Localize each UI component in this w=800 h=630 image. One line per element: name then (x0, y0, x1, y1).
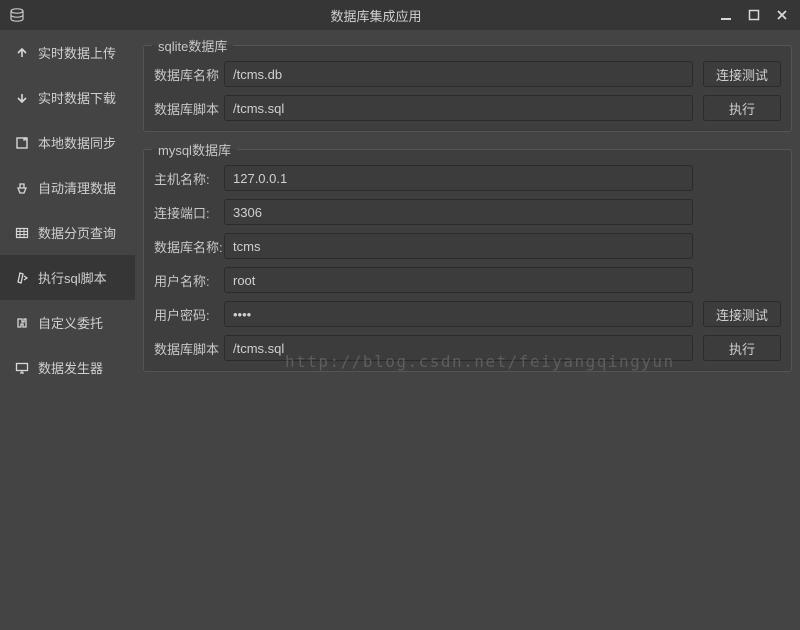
sidebar-item-sync[interactable]: 本地数据同步 (0, 120, 135, 165)
sidebar-item-query[interactable]: 数据分页查询 (0, 210, 135, 255)
mysql-group: mysql数据库 主机名称: 连接端口: 数据库名称: 用户名 (143, 140, 792, 372)
body: 实时数据上传 实时数据下载 本地数据同步 自动清理数据 数据分页查询 执行sql… (0, 30, 800, 630)
sidebar-item-label: 实时数据上传 (38, 43, 116, 62)
minimize-button[interactable] (720, 9, 732, 21)
window-controls (720, 9, 792, 21)
mysql-pass-label: 用户密码: (154, 305, 224, 324)
sidebar-item-label: 自动清理数据 (38, 178, 116, 197)
mysql-host-input[interactable] (224, 165, 693, 191)
sidebar-item-label: 执行sql脚本 (38, 268, 107, 287)
mysql-pass-row: 用户密码: 连接测试 (144, 297, 791, 331)
mysql-test-button[interactable]: 连接测试 (703, 301, 781, 327)
sidebar-item-label: 数据发生器 (38, 358, 103, 377)
mysql-port-row: 连接端口: (144, 195, 791, 229)
sqlite-script-input[interactable] (224, 95, 693, 121)
mysql-dbname-label: 数据库名称: (154, 237, 224, 256)
sqlite-dbname-label: 数据库名称 (154, 65, 224, 84)
monitor-icon (14, 360, 30, 376)
mysql-script-row: 数据库脚本 执行 (144, 331, 791, 365)
sidebar-item-download[interactable]: 实时数据下载 (0, 75, 135, 120)
sqlite-script-label: 数据库脚本 (154, 99, 224, 118)
mysql-script-label: 数据库脚本 (154, 339, 224, 358)
sidebar-item-upload[interactable]: 实时数据上传 (0, 30, 135, 75)
mysql-pass-input[interactable] (224, 301, 693, 327)
sqlite-dbname-input[interactable] (224, 61, 693, 87)
mysql-legend: mysql数据库 (152, 140, 237, 159)
sidebar-item-sql[interactable]: 执行sql脚本 (0, 255, 135, 300)
delegate-icon (14, 315, 30, 331)
titlebar: 数据库集成应用 (0, 0, 800, 30)
maximize-button[interactable] (748, 9, 760, 21)
sidebar-item-delegate[interactable]: 自定义委托 (0, 300, 135, 345)
mysql-user-input[interactable] (224, 267, 693, 293)
mysql-host-row: 主机名称: (144, 161, 791, 195)
sqlite-script-row: 数据库脚本 执行 (144, 91, 791, 125)
window-title: 数据库集成应用 (32, 6, 720, 25)
clean-icon (14, 180, 30, 196)
sqlite-dbname-row: 数据库名称 连接测试 (144, 57, 791, 91)
script-icon (14, 270, 30, 286)
sidebar-item-label: 自定义委托 (38, 313, 103, 332)
mysql-port-input[interactable] (224, 199, 693, 225)
mysql-port-label: 连接端口: (154, 203, 224, 222)
upload-icon (14, 45, 30, 61)
mysql-script-input[interactable] (224, 335, 693, 361)
mysql-exec-button[interactable]: 执行 (703, 335, 781, 361)
sidebar-item-clean[interactable]: 自动清理数据 (0, 165, 135, 210)
sqlite-test-button[interactable]: 连接测试 (703, 61, 781, 87)
mysql-user-row: 用户名称: (144, 263, 791, 297)
mysql-dbname-input[interactable] (224, 233, 693, 259)
table-icon (14, 225, 30, 241)
sidebar-item-generator[interactable]: 数据发生器 (0, 345, 135, 390)
mysql-dbname-row: 数据库名称: (144, 229, 791, 263)
app-icon (8, 6, 26, 24)
sidebar-item-label: 数据分页查询 (38, 223, 116, 242)
mysql-host-label: 主机名称: (154, 169, 224, 188)
close-button[interactable] (776, 9, 788, 21)
window: 数据库集成应用 实时数据上传 实时数据下载 本地数据同步 自动清理数据 (0, 0, 800, 630)
mysql-user-label: 用户名称: (154, 271, 224, 290)
sqlite-legend: sqlite数据库 (152, 36, 233, 55)
download-icon (14, 90, 30, 106)
sync-icon (14, 135, 30, 151)
sqlite-exec-button[interactable]: 执行 (703, 95, 781, 121)
sqlite-group: sqlite数据库 数据库名称 连接测试 数据库脚本 执行 (143, 36, 792, 132)
sidebar-item-label: 实时数据下载 (38, 88, 116, 107)
sidebar-item-label: 本地数据同步 (38, 133, 116, 152)
content: sqlite数据库 数据库名称 连接测试 数据库脚本 执行 mysql数据库 主… (135, 30, 800, 630)
sidebar: 实时数据上传 实时数据下载 本地数据同步 自动清理数据 数据分页查询 执行sql… (0, 30, 135, 630)
